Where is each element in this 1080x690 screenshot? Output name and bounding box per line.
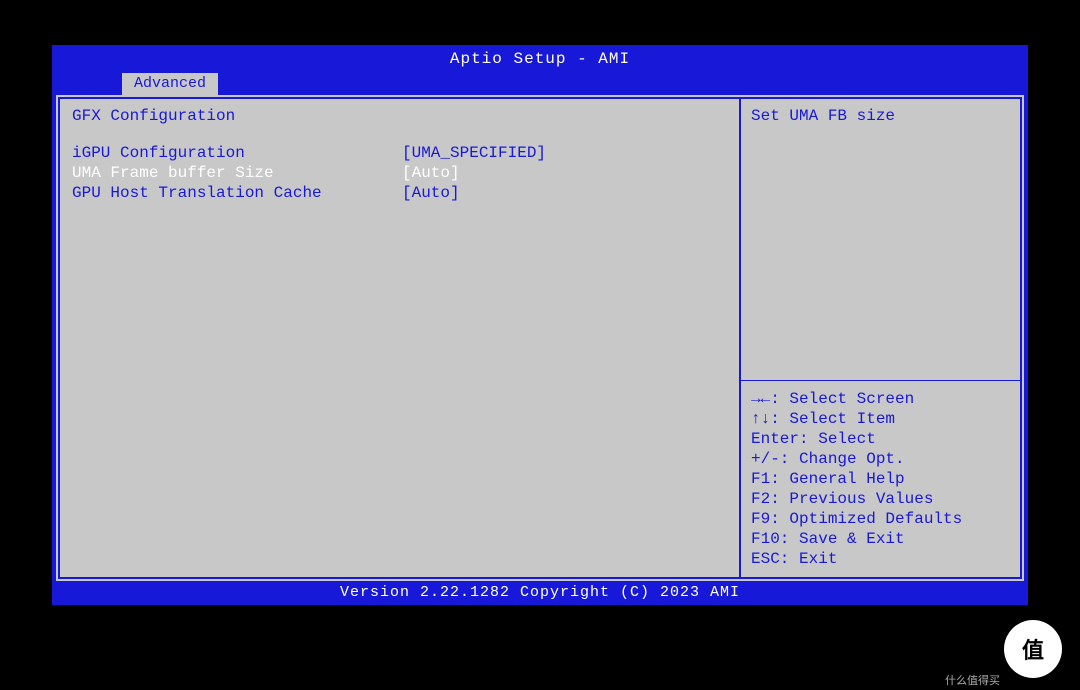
help-description: Set UMA FB size bbox=[751, 107, 1010, 125]
version-text: Version 2.22.1282 Copyright (C) 2023 AMI bbox=[340, 584, 740, 601]
option-gpu-host-translation-cache[interactable]: GPU Host Translation Cache [Auto] bbox=[72, 183, 727, 203]
bios-screen: Aptio Setup - AMI Advanced GFX Configura… bbox=[52, 45, 1028, 605]
key-previous-values: F2: Previous Values bbox=[751, 489, 1010, 509]
key-optimized-defaults: F9: Optimized Defaults bbox=[751, 509, 1010, 529]
key-save-exit: F10: Save & Exit bbox=[751, 529, 1010, 549]
key-change-opt: +/-: Change Opt. bbox=[751, 449, 1010, 469]
key-select-screen: →←: Select Screen bbox=[751, 389, 1010, 409]
settings-panel: GFX Configuration iGPU Configuration [UM… bbox=[58, 97, 740, 579]
option-label: UMA Frame buffer Size bbox=[72, 163, 402, 183]
option-value: [UMA_SPECIFIED] bbox=[402, 143, 727, 163]
watermark-logo: 值 bbox=[1004, 620, 1062, 678]
watermark-text: 什么值得买 bbox=[945, 672, 1000, 688]
option-label: iGPU Configuration bbox=[72, 143, 402, 163]
option-label: GPU Host Translation Cache bbox=[72, 183, 402, 203]
option-igpu-configuration[interactable]: iGPU Configuration [UMA_SPECIFIED] bbox=[72, 143, 727, 163]
help-panel: Set UMA FB size →←: Select Screen ↑↓: Se… bbox=[740, 97, 1022, 579]
tab-advanced[interactable]: Advanced bbox=[122, 73, 218, 95]
help-description-area: Set UMA FB size bbox=[741, 99, 1020, 381]
section-title: GFX Configuration bbox=[72, 107, 727, 125]
key-legend: →←: Select Screen ↑↓: Select Item Enter:… bbox=[741, 381, 1020, 577]
key-esc-exit: ESC: Exit bbox=[751, 549, 1010, 569]
key-enter-select: Enter: Select bbox=[751, 429, 1010, 449]
key-select-item: ↑↓: Select Item bbox=[751, 409, 1010, 429]
footer-bar: Version 2.22.1282 Copyright (C) 2023 AMI bbox=[52, 581, 1028, 605]
title-bar: Aptio Setup - AMI bbox=[52, 45, 1028, 73]
option-value: [Auto] bbox=[402, 163, 727, 183]
tab-strip: Advanced bbox=[52, 73, 1028, 95]
app-title: Aptio Setup - AMI bbox=[450, 50, 630, 68]
key-general-help: F1: General Help bbox=[751, 469, 1010, 489]
option-value: [Auto] bbox=[402, 183, 727, 203]
option-uma-frame-buffer-size[interactable]: UMA Frame buffer Size [Auto] bbox=[72, 163, 727, 183]
main-area: GFX Configuration iGPU Configuration [UM… bbox=[56, 95, 1024, 581]
